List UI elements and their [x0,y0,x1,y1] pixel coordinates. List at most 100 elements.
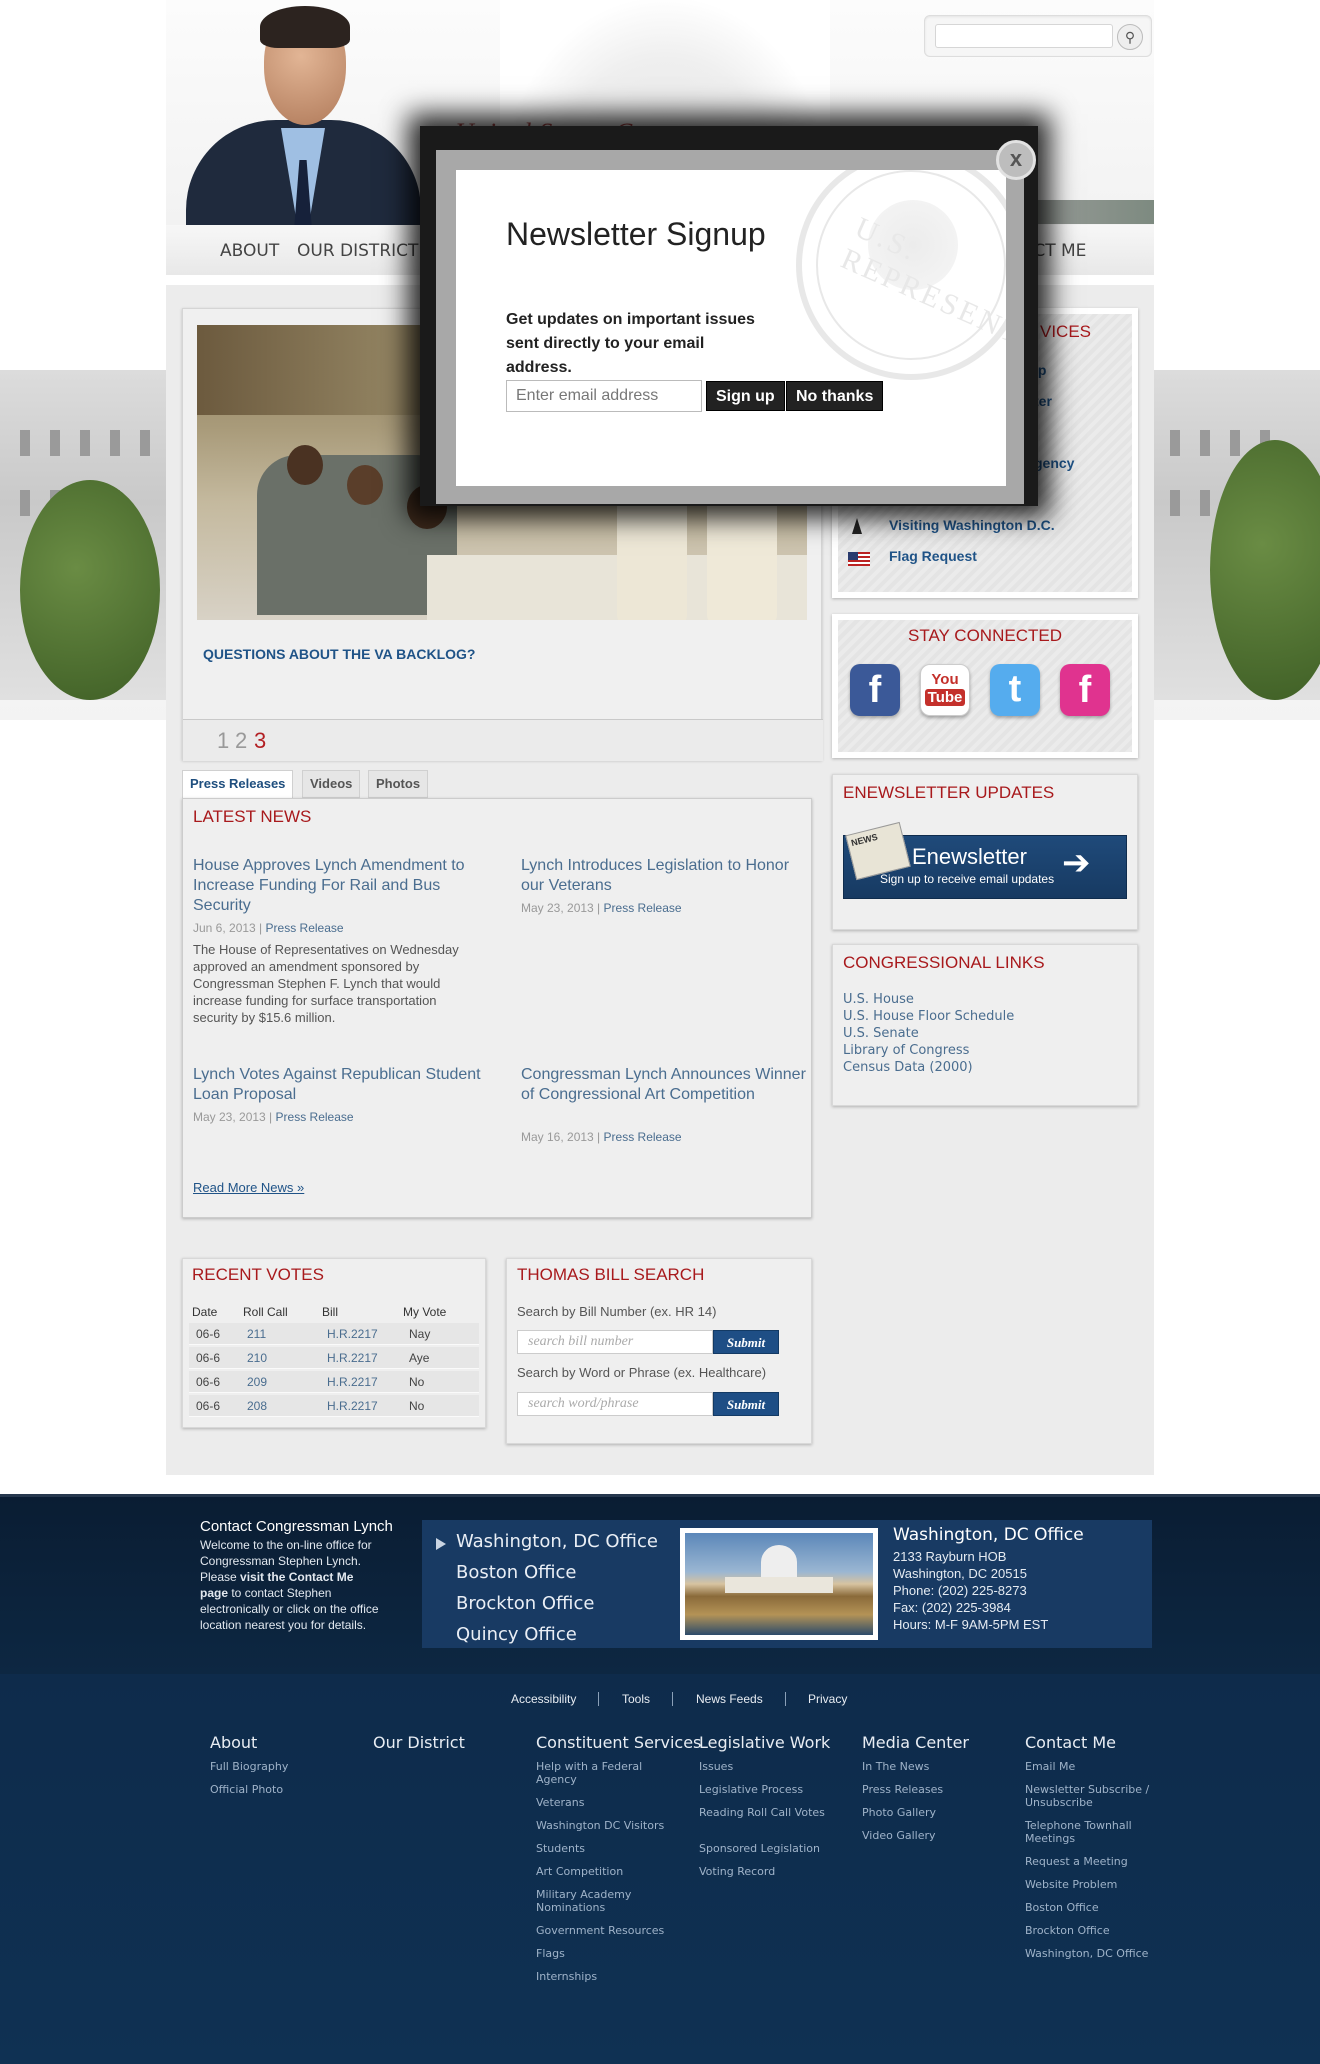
word-phrase-submit-button[interactable]: Submit [713,1392,779,1416]
nav-about[interactable]: ABOUT [220,241,279,261]
footer-link[interactable]: Email Me [1025,1760,1175,1773]
slide-caption[interactable]: QUESTIONS ABOUT THE VA BACKLOG? [203,646,475,662]
service-link-flag-request[interactable]: Flag Request [889,548,977,564]
footer-column-heading[interactable]: Legislative Work [699,1733,830,1752]
footer-link[interactable]: Legislative Process [699,1783,849,1796]
sign-up-button[interactable]: Sign up [706,381,785,411]
service-link-visiting-dc[interactable]: Visiting Washington D.C. [889,517,1055,533]
stay-connected-panel: STAY CONNECTED f You Tube t f [832,614,1138,758]
bill-number-submit-button[interactable]: Submit [713,1330,779,1354]
footer-link[interactable]: Reading Roll Call Votes [699,1806,849,1819]
footer-link[interactable]: Video Gallery [862,1829,1012,1842]
news-title[interactable]: Lynch Introduces Legislation to Honor ou… [521,856,811,896]
footer-link[interactable]: Full Biography [210,1760,360,1773]
bill-link[interactable]: H.R.2217 [327,1375,378,1389]
footer-link[interactable]: Photo Gallery [862,1806,1012,1819]
word-phrase-label: Search by Word or Phrase (ex. Healthcare… [517,1365,767,1380]
footer-link[interactable]: Students [536,1842,686,1855]
service-link[interactable]: gency [1034,455,1074,471]
thomas-bill-search-panel: THOMAS BILL SEARCH Search by Bill Number… [506,1258,812,1444]
footer-link[interactable]: Sponsored Legislation [699,1842,849,1855]
footer-link[interactable]: Internships [536,1970,686,1983]
footer-link-privacy[interactable]: Privacy [808,1692,847,1706]
congressional-link[interactable]: U.S. House [843,992,914,1007]
search-icon[interactable]: ⚲ [1117,24,1143,50]
roll-call-link[interactable]: 210 [247,1351,267,1365]
office-tab-boston[interactable]: Boston Office [456,1562,576,1583]
no-thanks-button[interactable]: No thanks [786,381,884,411]
footer-link[interactable]: Washington DC Visitors [536,1819,686,1832]
congressional-link[interactable]: Library of Congress [843,1043,969,1058]
search-input[interactable] [935,24,1113,48]
news-title[interactable]: Lynch Votes Against Republican Student L… [193,1065,483,1105]
office-tab-washington[interactable]: Washington, DC Office [456,1531,658,1552]
enewsletter-signup-banner[interactable]: NEWS Enewsletter Sign up to receive emai… [843,821,1127,899]
footer-link[interactable]: Flags [536,1947,686,1960]
footer-link-news-feeds[interactable]: News Feeds [696,1692,763,1706]
footer-column-heading[interactable]: Contact Me [1025,1733,1116,1752]
footer-link[interactable]: Brockton Office [1025,1924,1175,1937]
youtube-icon[interactable]: You Tube [920,664,970,716]
footer-link[interactable]: Help with a Federal Agency [536,1760,686,1786]
close-icon[interactable]: x [996,140,1036,180]
footer-column-heading[interactable]: About [210,1733,257,1752]
footer-column-heading[interactable]: Constituent Services [536,1733,701,1752]
footer-link[interactable]: Issues [699,1760,849,1773]
news-title[interactable]: Congressman Lynch Announces Winner of Co… [521,1065,811,1105]
slide-page-1[interactable]: 1 [217,728,229,754]
footer-column-heading[interactable]: Our District [373,1733,465,1752]
footer-link[interactable]: Government Resources [536,1924,686,1937]
footer-link[interactable]: Request a Meeting [1025,1855,1175,1868]
congressional-link[interactable]: U.S. Senate [843,1026,919,1041]
news-meta: Jun 6, 2013 | Press Release [193,921,344,935]
nav-our-district[interactable]: OUR DISTRICT [297,241,418,261]
congressional-link[interactable]: U.S. House Floor Schedule [843,1009,1014,1024]
news-title[interactable]: House Approves Lynch Amendment to Increa… [193,856,483,916]
facebook-pink-icon[interactable]: f [1060,664,1110,716]
capitol-building-left [0,370,190,700]
slide-page-2[interactable]: 2 [235,728,247,754]
news-type-link[interactable]: Press Release [266,921,344,935]
footer-link[interactable]: Official Photo [210,1783,360,1796]
office-tab-quincy[interactable]: Quincy Office [456,1624,577,1645]
news-type-link[interactable]: Press Release [276,1110,354,1124]
tab-videos[interactable]: Videos [302,770,361,798]
footer-link[interactable]: Military Academy Nominations [536,1888,686,1914]
office-tab-brockton[interactable]: Brockton Office [456,1593,594,1614]
footer-link[interactable]: Voting Record [699,1865,849,1878]
roll-call-link[interactable]: 211 [247,1327,266,1341]
footer-link[interactable]: Boston Office [1025,1901,1175,1914]
congressional-link[interactable]: Census Data (2000) [843,1060,973,1075]
bill-link[interactable]: H.R.2217 [327,1351,378,1365]
footer-column-heading[interactable]: Media Center [862,1733,969,1752]
tab-press-releases[interactable]: Press Releases [182,770,294,800]
footer-link-accessibility[interactable]: Accessibility [511,1692,576,1706]
footer-link[interactable]: Washington, DC Office [1025,1947,1175,1960]
footer-link[interactable]: In The News [862,1760,1012,1773]
roll-call-link[interactable]: 209 [247,1375,267,1389]
bill-number-input[interactable]: search bill number [517,1330,713,1354]
twitter-icon[interactable]: t [990,664,1040,716]
footer-link-tools[interactable]: Tools [622,1692,650,1706]
read-more-news-link[interactable]: Read More News » [193,1180,304,1195]
enewsletter-heading: ENEWSLETTER UPDATES [843,783,1055,802]
tab-photos[interactable]: Photos [368,770,429,798]
newsletter-email-input[interactable]: Enter email address [506,380,702,412]
slide-page-3[interactable]: 3 [254,728,266,754]
footer-link[interactable]: Press Releases [862,1783,1012,1796]
roll-call-link[interactable]: 208 [247,1399,267,1413]
footer-link[interactable]: Art Competition [536,1865,686,1878]
footer-link[interactable]: Newsletter Subscribe / Unsubscribe [1025,1783,1175,1809]
facebook-icon[interactable]: f [850,664,900,716]
news-type-link[interactable]: Press Release [604,1130,682,1144]
word-phrase-input[interactable]: search word/phrase [517,1392,713,1416]
bill-link[interactable]: H.R.2217 [327,1399,378,1413]
congressional-links-panel: CONGRESSIONAL LINKS U.S. House U.S. Hous… [832,944,1138,1106]
footer-link[interactable]: Veterans [536,1796,686,1809]
footer-link[interactable]: Telephone Townhall Meetings [1025,1819,1175,1845]
news-meta: May 16, 2013 | Press Release [521,1130,682,1144]
bill-link[interactable]: H.R.2217 [327,1327,378,1341]
footer-link[interactable]: Website Problem [1025,1878,1175,1891]
news-type-link[interactable]: Press Release [604,901,682,915]
stay-connected-heading: STAY CONNECTED [908,626,1062,645]
